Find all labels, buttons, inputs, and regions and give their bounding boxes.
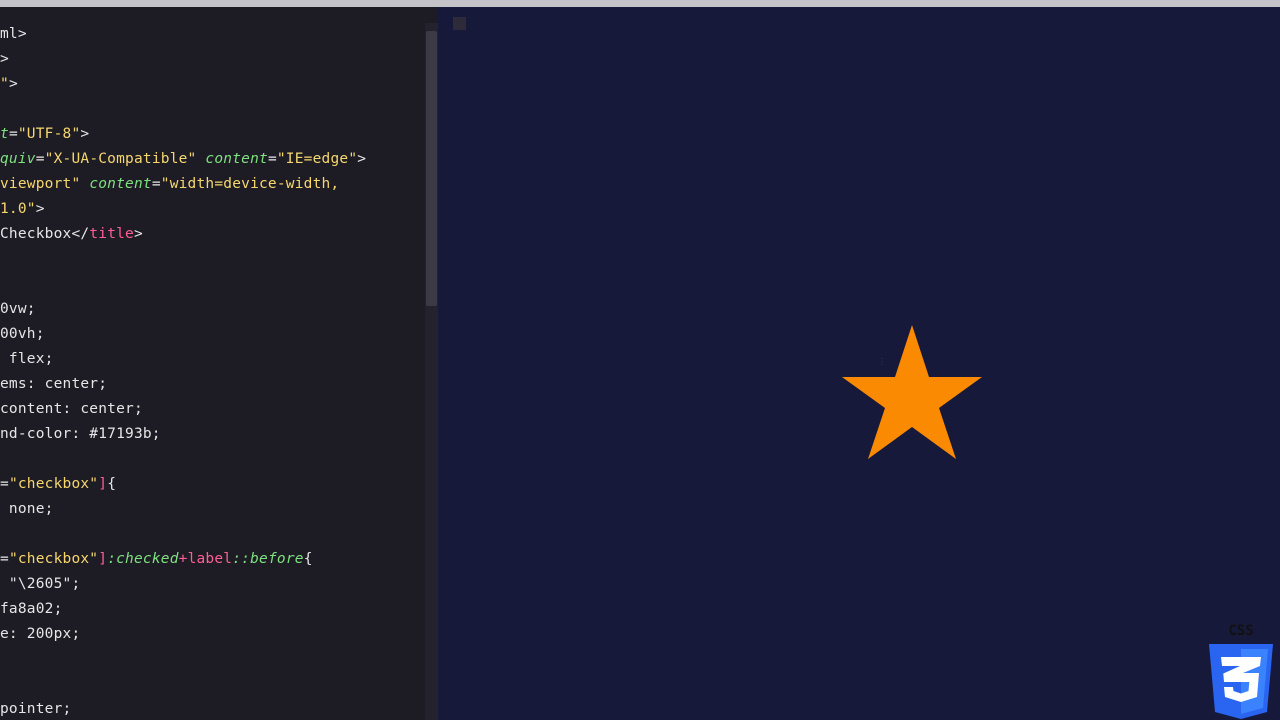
code-line[interactable]: ="checkbox"]{ <box>0 472 425 497</box>
code-line[interactable]: ems: center; <box>0 372 425 397</box>
code-token: = <box>267 151 277 167</box>
code-line[interactable]: fa8a02; <box>0 597 425 622</box>
code-line[interactable]: content: center; <box>0 397 425 422</box>
code-token: Checkbox <box>0 226 72 242</box>
code-token: "\2605"; <box>0 576 81 592</box>
code-token: 0vw; <box>0 301 36 317</box>
code-line[interactable]: viewport" content="width=device-width, <box>0 172 425 197</box>
code-token: quiv <box>0 151 36 167</box>
code-token: flex; <box>0 351 54 367</box>
css-badge-label: CSS <box>1228 623 1253 639</box>
code-token: > <box>357 151 367 167</box>
code-token: > <box>8 76 18 92</box>
code-line[interactable]: "> <box>0 72 425 97</box>
code-line[interactable]: ="checkbox"]:checked+label::before{ <box>0 547 425 572</box>
code-token: "X-UA-Compatible" <box>44 151 197 167</box>
code-token: = <box>151 176 161 192</box>
code-token: ml <box>0 26 18 42</box>
code-token: e: 200px; <box>0 626 81 642</box>
code-line[interactable] <box>0 247 425 272</box>
code-token: 1.0" <box>0 201 36 217</box>
code-line[interactable]: "\2605"; <box>0 572 425 597</box>
code-line[interactable] <box>0 647 425 672</box>
code-line[interactable]: 1.0"> <box>0 197 425 222</box>
star-icon[interactable] <box>840 322 984 462</box>
code-token: content: center; <box>0 401 143 417</box>
code-token: t <box>0 126 9 142</box>
code-line[interactable] <box>0 522 425 547</box>
code-line[interactable]: Checkbox</title> <box>0 222 425 247</box>
code-editor-pane[interactable]: ml> > "> t="UTF-8"> quiv="X-UA-Compatible" c… <box>0 7 438 720</box>
code-line[interactable] <box>0 447 425 472</box>
code-line[interactable]: flex; <box>0 347 425 372</box>
star-shape[interactable] <box>842 325 982 459</box>
code-token: </ <box>71 226 90 242</box>
code-token: > <box>80 126 90 142</box>
code-line[interactable]: 00vh; <box>0 322 425 347</box>
code-line[interactable]: > <box>0 47 425 72</box>
code-line[interactable] <box>0 97 425 122</box>
code-token: +label <box>178 551 233 567</box>
code-token: viewport" <box>0 176 81 192</box>
code-token: "checkbox" <box>8 476 99 492</box>
code-token: none; <box>0 501 54 517</box>
code-token: ems: center; <box>0 376 108 392</box>
code-line[interactable]: pointer; <box>0 697 425 720</box>
code-token: > <box>0 51 9 67</box>
code-token: > <box>35 201 45 217</box>
code-line[interactable]: ml> <box>0 22 425 47</box>
code-token: = <box>35 151 45 167</box>
window-top-bar <box>0 0 1280 7</box>
code-line[interactable]: e: 200px; <box>0 622 425 647</box>
code-token: { <box>107 476 117 492</box>
code-line[interactable] <box>0 272 425 297</box>
code-token: "IE=edge" <box>276 151 358 167</box>
code-token: { <box>303 551 313 567</box>
code-content[interactable]: ml> > "> t="UTF-8"> quiv="X-UA-Compatible" c… <box>0 22 425 720</box>
code-line[interactable]: quiv="X-UA-Compatible" content="IE=edge"… <box>0 147 425 172</box>
code-token: = <box>8 126 18 142</box>
code-token: pointer; <box>0 701 72 717</box>
editor-scrollbar-thumb[interactable] <box>426 31 437 306</box>
css3-logo-icon: CSS <box>1209 623 1273 719</box>
code-token: "checkbox" <box>8 551 99 567</box>
code-line[interactable]: nd-color: #17193b; <box>0 422 425 447</box>
code-token: ] <box>98 476 108 492</box>
code-token: "width=device-width, <box>160 176 340 192</box>
css3-glyph-3 <box>1221 657 1261 702</box>
code-token: ::before <box>232 551 304 567</box>
code-token: = <box>0 551 9 567</box>
code-token: content <box>89 176 152 192</box>
code-line[interactable]: t="UTF-8"> <box>0 122 425 147</box>
code-token: nd-color: #17193b; <box>0 426 161 442</box>
code-token: 00vh; <box>0 326 45 342</box>
code-token: content <box>205 151 268 167</box>
code-token: > <box>133 226 143 242</box>
code-token: fa8a02; <box>0 601 63 617</box>
code-line[interactable] <box>0 672 425 697</box>
code-token: ] <box>98 551 108 567</box>
preview-corner-handle[interactable] <box>453 17 466 30</box>
code-token: title <box>89 226 134 242</box>
code-line[interactable]: 0vw; <box>0 297 425 322</box>
code-token: > <box>17 26 27 42</box>
code-token: "UTF-8" <box>17 126 81 142</box>
code-token: :checked <box>107 551 179 567</box>
code-line[interactable]: none; <box>0 497 425 522</box>
code-token: " <box>0 76 9 92</box>
code-token: = <box>0 476 9 492</box>
